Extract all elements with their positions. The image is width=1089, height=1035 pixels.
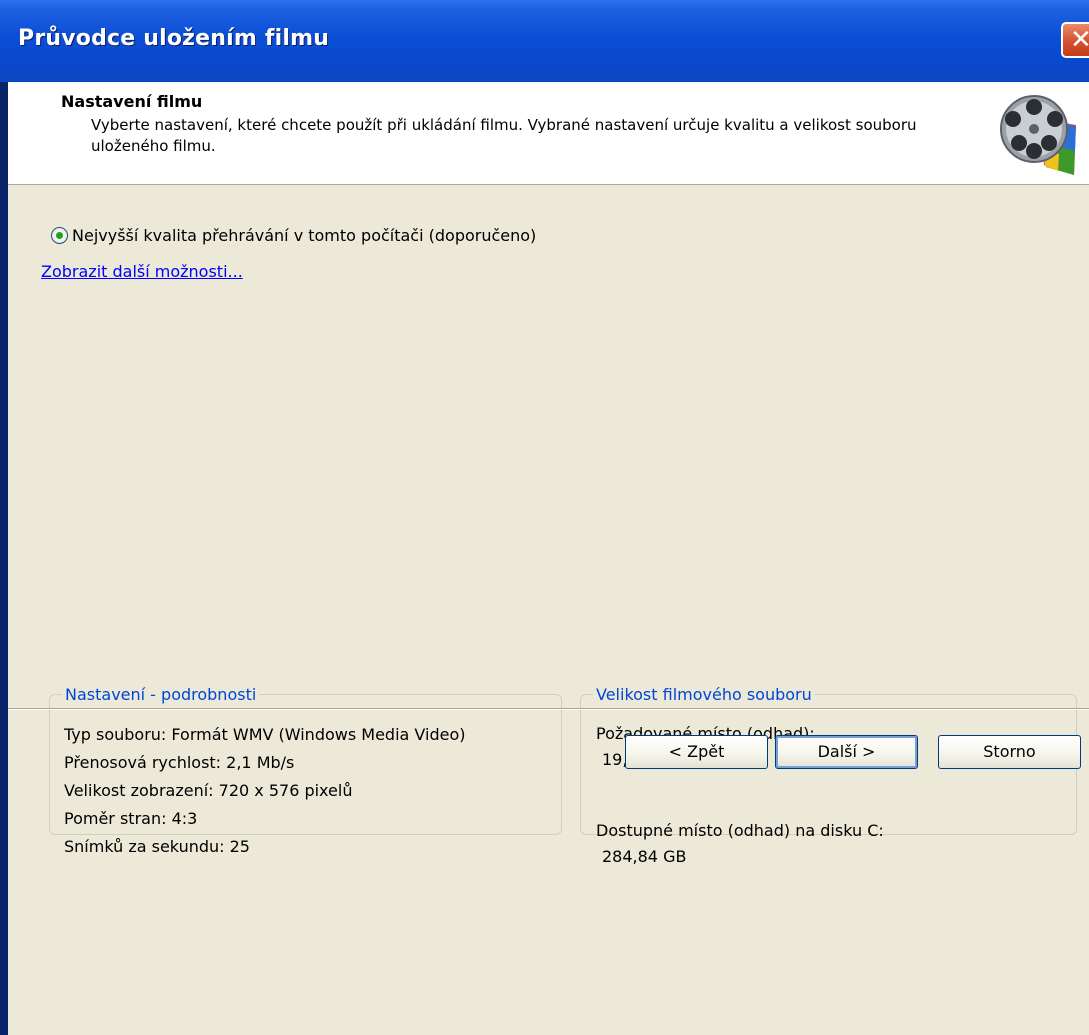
close-icon: ✕: [1070, 25, 1089, 55]
detail-file-type: Typ souboru: Formát WMV (Windows Media V…: [64, 725, 466, 744]
settings-details-title: Nastavení - podrobnosti: [65, 685, 257, 704]
radio-selected-icon[interactable]: [51, 226, 68, 244]
client-area: Nastavení filmu Vyberte nastavení, které…: [8, 82, 1089, 1035]
available-space-info: Dostupné místo (odhad) na disku C: 284,8…: [596, 818, 884, 870]
wizard-header: Nastavení filmu Vyberte nastavení, které…: [8, 82, 1089, 185]
quality-radio-option[interactable]: Nejvyšší kvalita přehrávání v tomto počí…: [51, 224, 536, 246]
show-more-options-link[interactable]: Zobrazit další možnosti...: [41, 262, 243, 281]
back-button[interactable]: < Zpět: [625, 735, 768, 769]
quality-radio-label[interactable]: Nejvyšší kvalita přehrávání v tomto počí…: [72, 226, 536, 245]
available-space-value: 284,84 GB: [602, 847, 687, 866]
wizard-window: Průvodce uložením filmu ✕ Nastavení film…: [0, 0, 1089, 1035]
page-description: Vyberte nastavení, které chcete použít p…: [91, 116, 917, 155]
movie-maker-film-reel-icon: [1000, 95, 1076, 175]
footer-separator: [8, 708, 1089, 710]
file-size-title: Velikost filmového souboru: [596, 685, 812, 704]
available-space-label: Dostupné místo (odhad) na disku C:: [596, 821, 884, 840]
next-button[interactable]: Další >: [775, 735, 918, 769]
page-title: Nastavení filmu: [61, 92, 203, 111]
window-title: Průvodce uložením filmu: [18, 26, 330, 51]
cancel-button[interactable]: Storno: [938, 735, 1081, 769]
detail-frame-rate: Snímků za sekundu: 25: [64, 837, 250, 856]
detail-display-size: Velikost zobrazení: 720 x 576 pixelů: [64, 781, 353, 800]
title-bar[interactable]: Průvodce uložením filmu ✕: [0, 0, 1089, 82]
detail-aspect-ratio: Poměr stran: 4:3: [64, 809, 198, 828]
close-button[interactable]: ✕: [1061, 22, 1089, 58]
detail-bitrate: Přenosová rychlost: 2,1 Mb/s: [64, 753, 295, 772]
settings-details-list: Typ souboru: Formát WMV (Windows Media V…: [64, 721, 465, 861]
